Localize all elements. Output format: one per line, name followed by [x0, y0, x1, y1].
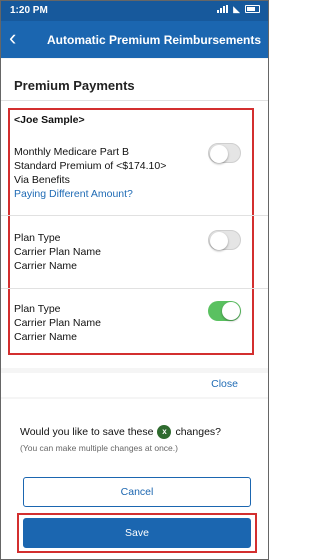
confirm-question: Would you like to save these x changes? [20, 425, 221, 439]
confirm-hint: (You can make multiple changes at once.) [20, 443, 178, 453]
item-text: Plan Type [14, 232, 61, 244]
person-name: <Joe Sample> [14, 114, 85, 126]
page-title: Automatic Premium Reimbursements [47, 33, 262, 47]
item-text: Standard Premium of <$174.10> [14, 160, 167, 172]
paying-different-amount-link[interactable]: Paying Different Amount? [14, 188, 133, 201]
toggle-knob [210, 232, 228, 250]
status-icons: ◣ [217, 4, 260, 14]
item-text: Plan Type [14, 303, 61, 315]
cancel-button[interactable]: Cancel [23, 477, 251, 507]
item-text: Via Benefits [14, 174, 70, 186]
question-prefix: Would you like to save these [20, 426, 154, 438]
toggle-knob [210, 145, 228, 163]
signal-icon [217, 5, 229, 13]
item-text: Carrier Plan Name [14, 317, 101, 329]
toggle-switch[interactable] [208, 301, 241, 321]
item-text: Carrier Plan Name [14, 246, 101, 258]
item-text: Monthly Medicare Part B [14, 146, 129, 158]
wifi-icon: ◣ [233, 4, 240, 14]
toggle-knob [222, 302, 240, 320]
item-text: Carrier Name [14, 260, 78, 272]
toggle-switch[interactable] [208, 230, 241, 250]
change-count-badge: x [157, 425, 172, 439]
close-row: Close [1, 373, 268, 397]
status-bar: 1:20 PM ◣ [1, 1, 268, 21]
battery-icon [245, 5, 260, 13]
section-title: Premium Payments [14, 78, 135, 93]
item-text: Carrier Name [14, 331, 78, 343]
divider [1, 100, 268, 101]
divider [1, 215, 268, 216]
toggle-switch[interactable] [208, 143, 241, 163]
app-frame: 1:20 PM ◣ ‹ Automatic Premium Reimbursem… [0, 0, 269, 560]
save-button[interactable]: Save [23, 518, 251, 548]
status-time: 1:20 PM [10, 5, 48, 16]
close-link[interactable]: Close [211, 378, 238, 390]
divider [1, 288, 268, 289]
premium-payments-card: Premium Payments <Joe Sample> Monthly Me… [1, 59, 268, 368]
back-arrow-icon[interactable]: ‹ [9, 26, 16, 50]
confirm-panel: Would you like to save these x changes? … [1, 399, 268, 559]
nav-header: ‹ Automatic Premium Reimbursements [1, 21, 268, 58]
question-suffix: changes? [175, 426, 222, 438]
